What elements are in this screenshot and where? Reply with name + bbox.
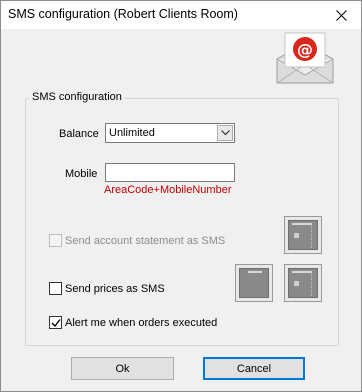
balance-selected-value: Unlimited	[109, 127, 155, 139]
document-icon	[288, 268, 318, 298]
alert-orders-checkbox[interactable]	[49, 316, 62, 329]
svg-text:@: @	[297, 40, 313, 59]
dropdown-button[interactable]	[217, 125, 233, 141]
cancel-button[interactable]: Cancel	[203, 357, 305, 380]
mobile-label: Mobile	[65, 168, 98, 180]
email-envelope-icon: @	[276, 32, 334, 84]
checkmark-icon	[51, 319, 61, 328]
balance-select[interactable]: Unlimited	[105, 123, 235, 143]
chevron-down-icon	[220, 130, 230, 136]
close-button[interactable]	[321, 1, 361, 29]
send-prices-checkbox[interactable]	[49, 282, 62, 295]
mobile-format-hint: AreaCode+MobileNumber	[104, 184, 232, 196]
document-icon	[288, 220, 318, 250]
ok-button[interactable]: Ok	[71, 357, 174, 380]
alert-orders-label: Alert me when orders executed	[65, 317, 218, 329]
send-prices-label: Send prices as SMS	[65, 283, 165, 295]
statement-document-button[interactable]	[284, 216, 322, 254]
document-icon	[239, 268, 269, 298]
window-title: SMS configuration (Robert Clients Room)	[8, 7, 238, 21]
mobile-input[interactable]	[105, 163, 235, 182]
group-label: SMS configuration	[29, 91, 125, 103]
title-bar: SMS configuration (Robert Clients Room)	[1, 1, 361, 29]
close-icon	[335, 9, 347, 21]
send-statement-label: Send account statement as SMS	[65, 235, 226, 247]
balance-label: Balance	[59, 128, 99, 140]
sms-configuration-dialog: SMS configuration (Robert Clients Room) …	[0, 0, 362, 392]
prices-template-button[interactable]	[235, 264, 273, 302]
send-statement-checkbox[interactable]	[49, 234, 62, 247]
prices-document-button[interactable]	[284, 264, 322, 302]
